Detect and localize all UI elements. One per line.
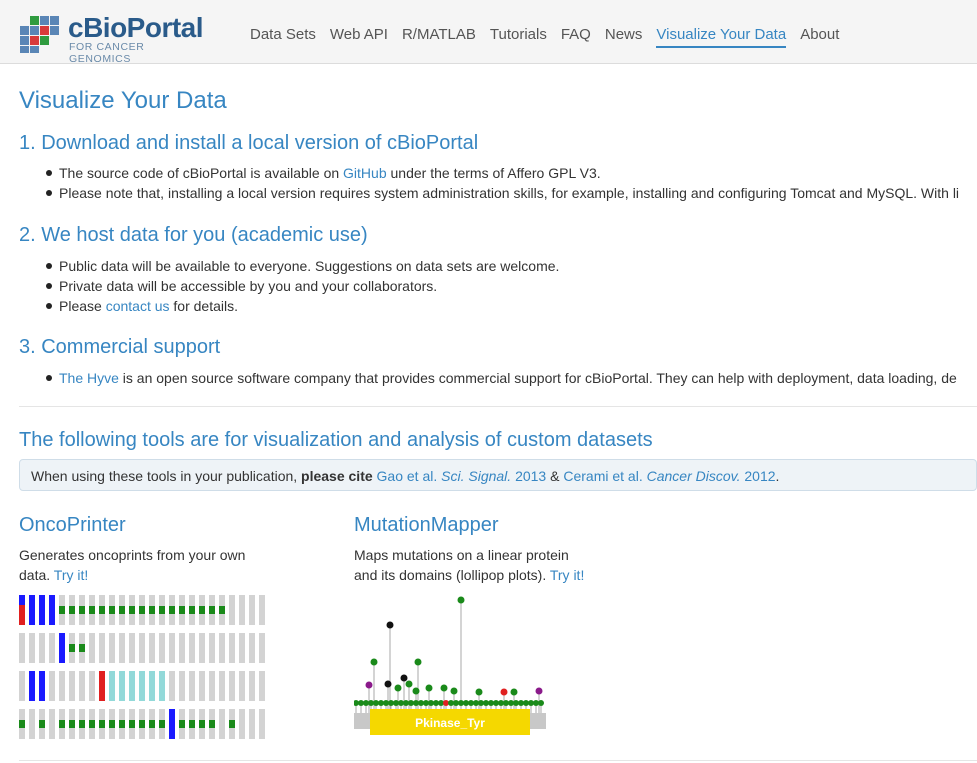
gao-citation-link[interactable]: Gao et al. Sci. Signal. 2013: [377, 468, 547, 484]
mutationmapper-try-it-link[interactable]: Try it!: [550, 567, 584, 583]
oncoprinter-description: Generates oncoprints from your own data.…: [19, 547, 246, 583]
mutationmapper-title[interactable]: MutationMapper: [354, 514, 499, 537]
the-hyve-link[interactable]: The Hyve: [59, 370, 119, 386]
section-2-list: Public data will be available to everyon…: [19, 256, 559, 316]
cbioportal-logo[interactable]: cBioPortal FOR CANCER GENOMICS: [18, 12, 208, 65]
logo-icon: [20, 16, 59, 53]
section-1-heading: 1. Download and install a local version …: [19, 132, 479, 154]
list-item: Public data will be available to everyon…: [19, 256, 559, 276]
list-item: Private data will be accessible by you a…: [19, 276, 559, 296]
tools-heading: The following tools are for visualizatio…: [19, 429, 653, 451]
main-nav: Data Sets Web API R/MATLAB Tutorials FAQ…: [243, 0, 846, 63]
list-item: The Hyve is an open source software comp…: [19, 368, 957, 388]
list-item: The source code of cBioPortal is availab…: [19, 163, 959, 183]
cerami-citation-link[interactable]: Cerami et al. Cancer Discov. 2012: [563, 468, 775, 484]
contact-us-link[interactable]: contact us: [106, 298, 170, 314]
list-item: Please contact us for details.: [19, 296, 559, 316]
mutationmapper-description: Maps mutations on a linear protein and i…: [354, 547, 585, 583]
nav-tutorials[interactable]: Tutorials: [483, 0, 554, 60]
navbar: cBioPortal FOR CANCER GENOMICS Data Sets…: [0, 0, 977, 65]
nav-faq[interactable]: FAQ: [554, 0, 598, 60]
section-3-heading: 3. Commercial support: [19, 336, 221, 358]
section-1-list: The source code of cBioPortal is availab…: [19, 163, 959, 203]
divider: [19, 760, 977, 761]
nav-data-sets[interactable]: Data Sets: [243, 0, 323, 60]
nav-visualize-your-data[interactable]: Visualize Your Data: [649, 0, 793, 60]
oncoprinter-try-it-link[interactable]: Try it!: [54, 567, 88, 583]
github-link[interactable]: GitHub: [343, 165, 387, 181]
domain-label: Pkinase_Tyr: [415, 716, 485, 730]
nav-web-api[interactable]: Web API: [323, 0, 395, 60]
section-2-heading: 2. We host data for you (academic use): [19, 224, 368, 246]
nav-news[interactable]: News: [598, 0, 650, 60]
nav-r-matlab[interactable]: R/MATLAB: [395, 0, 483, 60]
oncoprint-preview-image[interactable]: [19, 595, 279, 740]
nav-about[interactable]: About: [793, 0, 846, 60]
page-title: Visualize Your Data: [19, 87, 227, 114]
logo-name: cBioPortal: [68, 12, 204, 43]
oncoprinter-title[interactable]: OncoPrinter: [19, 514, 126, 537]
list-item: Please note that, installing a local ver…: [19, 183, 959, 203]
lollipop-plot-preview-image[interactable]: Pkinase_Tyr: [354, 595, 554, 740]
section-3-list: The Hyve is an open source software comp…: [19, 368, 957, 388]
citation-notice: When using these tools in your publicati…: [19, 459, 977, 491]
logo-subtitle: FOR CANCER GENOMICS: [69, 41, 145, 65]
divider: [19, 406, 977, 407]
